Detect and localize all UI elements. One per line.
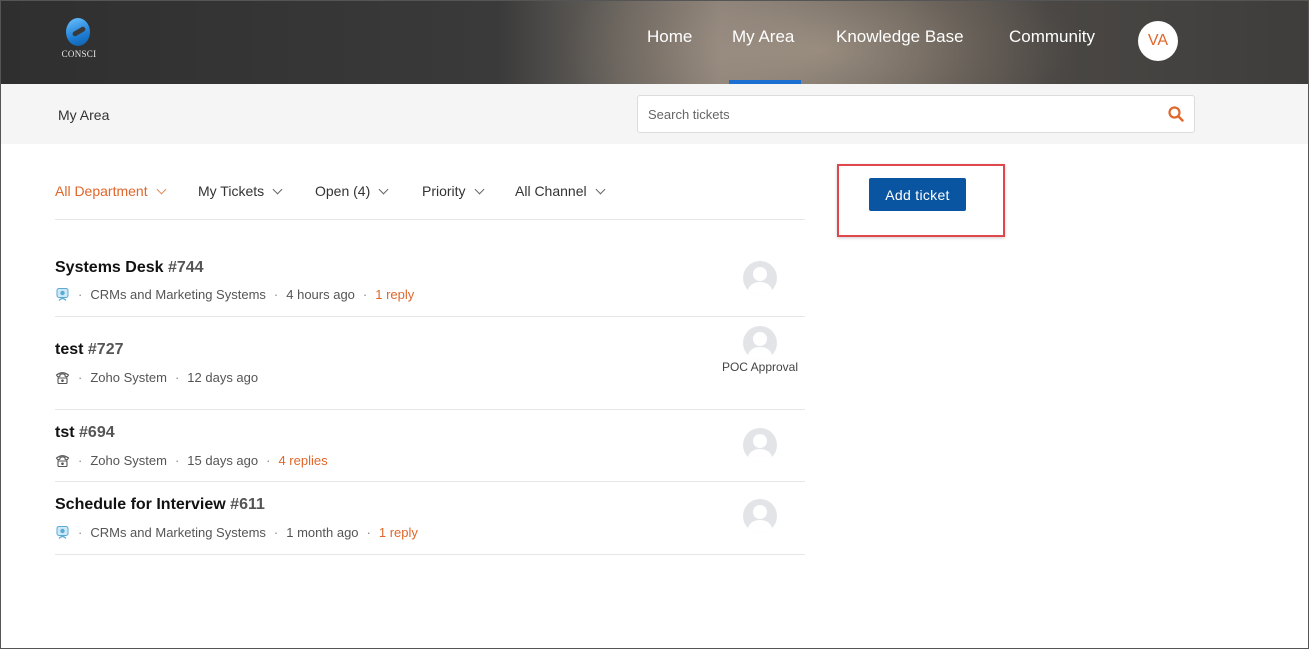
- filter-department[interactable]: All Department: [55, 183, 167, 199]
- ticket-department: Zoho System: [90, 453, 167, 468]
- separator: ·: [273, 287, 279, 302]
- phone-icon: [55, 455, 70, 468]
- nav-knowledge-base[interactable]: Knowledge Base: [836, 27, 964, 47]
- nav-community[interactable]: Community: [1009, 27, 1095, 47]
- filter-status-label: Open (4): [315, 183, 371, 199]
- filter-priority-label: Priority: [422, 183, 466, 199]
- top-header: CONSCI Home My Area Knowledge Base Commu…: [0, 0, 1309, 84]
- breadcrumb: My Area: [58, 107, 110, 123]
- filter-department-label: All Department: [55, 183, 148, 199]
- sub-header: My Area: [0, 84, 1309, 144]
- ticket-number: #694: [79, 424, 115, 441]
- separator: ·: [78, 370, 83, 385]
- ticket-row[interactable]: Systems Desk #744 · CRMs and Marketing S…: [55, 248, 805, 317]
- chevron-down-icon: [378, 184, 389, 194]
- ticket-row[interactable]: test #727 · Zoho System · 12 days ago PO…: [55, 317, 805, 410]
- separator: ·: [78, 453, 83, 468]
- chevron-down-icon: [474, 184, 485, 194]
- separator: ·: [78, 525, 83, 540]
- ticket-title[interactable]: test #727: [55, 341, 124, 359]
- ticket-meta: · CRMs and Marketing Systems · 4 hours a…: [55, 287, 414, 302]
- separator: ·: [362, 287, 368, 302]
- filter-tickets[interactable]: My Tickets: [198, 183, 283, 199]
- assignee-avatar-icon: [743, 499, 777, 533]
- ticket-meta: · Zoho System · 12 days ago: [55, 370, 258, 385]
- ticket-time: 4 hours ago: [286, 287, 355, 302]
- filter-priority[interactable]: Priority: [422, 183, 485, 199]
- separator: ·: [273, 525, 279, 540]
- chevron-down-icon: [272, 184, 283, 194]
- ticket-department: CRMs and Marketing Systems: [90, 525, 266, 540]
- ticket-subject: tst: [55, 424, 75, 441]
- ticket-time: 12 days ago: [187, 370, 259, 385]
- brand-logo[interactable]: CONSCI: [56, 18, 102, 62]
- ticket-title[interactable]: Systems Desk #744: [55, 259, 204, 277]
- ticket-department: CRMs and Marketing Systems: [90, 287, 266, 302]
- ticket-row[interactable]: Schedule for Interview #611 · CRMs and M…: [55, 482, 805, 555]
- ticket-replies[interactable]: 1 reply: [379, 525, 418, 540]
- add-ticket-button[interactable]: Add ticket: [869, 178, 966, 211]
- assignee-avatar-icon: [743, 326, 777, 360]
- chevron-down-icon: [595, 184, 606, 194]
- filter-channel[interactable]: All Channel: [515, 183, 606, 199]
- ticket-title[interactable]: tst #694: [55, 424, 115, 442]
- ticket-title[interactable]: Schedule for Interview #611: [55, 496, 265, 514]
- search-input[interactable]: [648, 104, 1148, 124]
- ticket-number: #744: [167, 259, 204, 276]
- logo-text: CONSCI: [61, 49, 97, 59]
- phone-icon: [55, 372, 70, 385]
- separator: ·: [366, 525, 371, 540]
- filter-status[interactable]: Open (4): [315, 183, 389, 199]
- ticket-number: #727: [87, 341, 124, 358]
- nav-home[interactable]: Home: [647, 27, 692, 47]
- ticket-replies[interactable]: 4 replies: [278, 453, 327, 468]
- assignee-avatar-icon: [743, 261, 777, 295]
- assignee-name: POC Approval: [721, 360, 799, 374]
- logo-icon: [66, 18, 90, 46]
- ticket-meta: · CRMs and Marketing Systems · 1 month a…: [55, 525, 418, 540]
- ticket-meta: · Zoho System · 15 days ago · 4 replies: [55, 453, 328, 468]
- ticket-row[interactable]: tst #694 · Zoho System · 15 days ago · 4…: [55, 410, 805, 482]
- ticket-subject: test: [55, 341, 84, 358]
- web-icon: [56, 288, 69, 301]
- web-icon: [56, 526, 69, 539]
- assignee-avatar-icon: [743, 428, 777, 462]
- user-avatar[interactable]: VA: [1138, 21, 1178, 61]
- nav-my-area[interactable]: My Area: [732, 27, 794, 47]
- ticket-subject: Systems Desk: [55, 259, 164, 276]
- ticket-time: 1 month ago: [286, 525, 359, 540]
- ticket-department: Zoho System: [90, 370, 167, 385]
- filter-divider: [55, 219, 805, 220]
- separator: ·: [78, 287, 83, 302]
- filter-tickets-label: My Tickets: [198, 183, 265, 199]
- ticket-number: #611: [230, 496, 265, 513]
- search-icon[interactable]: [1168, 106, 1184, 122]
- ticket-time: 15 days ago: [187, 453, 259, 468]
- ticket-replies[interactable]: 1 reply: [375, 287, 414, 302]
- header-background-photo: [560, 0, 1080, 84]
- separator: ·: [266, 453, 271, 468]
- chevron-down-icon: [156, 184, 167, 194]
- separator: ·: [174, 453, 180, 468]
- search-box: [637, 95, 1195, 133]
- separator: ·: [174, 370, 180, 385]
- ticket-subject: Schedule for Interview: [55, 496, 226, 513]
- filter-channel-label: All Channel: [515, 183, 587, 199]
